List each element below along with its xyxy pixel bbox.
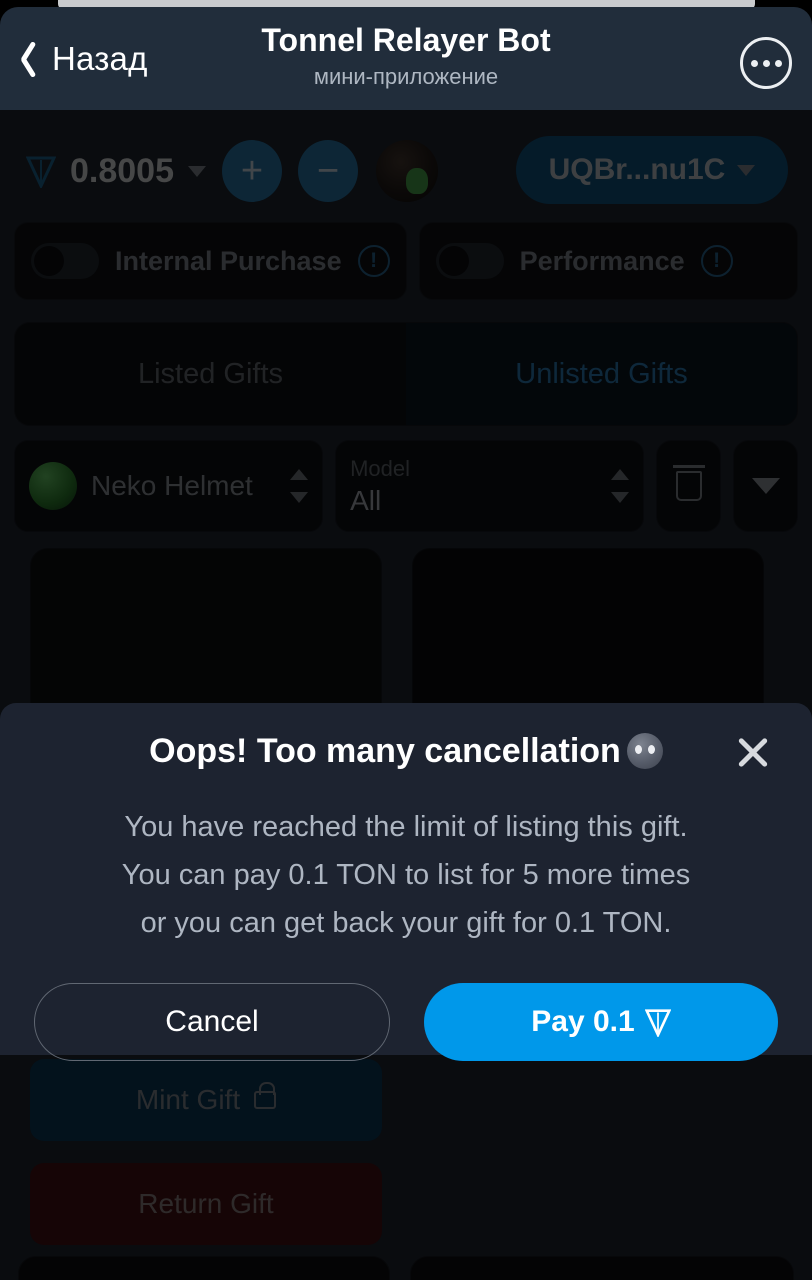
cancel-button[interactable]: Cancel — [34, 983, 390, 1061]
app-root: Назад Tonnel Relayer Bot мини-приложение… — [0, 0, 812, 1280]
modal-title-text: Oops! Too many cancellation — [149, 731, 621, 770]
close-icon[interactable] — [732, 731, 774, 773]
wallet-address-button[interactable]: UQBr...nu1C — [516, 136, 788, 204]
model-select-label: Model — [350, 456, 411, 481]
back-button[interactable]: Назад — [14, 39, 148, 79]
more-horizontal-icon[interactable] — [740, 37, 792, 89]
gift-card[interactable] — [18, 1256, 390, 1280]
expand-filters-button[interactable] — [733, 440, 798, 532]
balance-amount: 0.8005 — [70, 151, 174, 190]
add-funds-button[interactable]: + — [222, 140, 282, 202]
dot — [762, 59, 770, 67]
toggle-internal-purchase[interactable]: Internal Purchase ! — [14, 222, 407, 300]
toggle-label: Performance — [519, 245, 685, 276]
telegram-header: Назад Tonnel Relayer Bot мини-приложение — [0, 7, 812, 110]
modal-title: Oops! Too many cancellation — [149, 732, 663, 771]
back-button-label: Назад — [52, 39, 148, 77]
new-moon-face-emoji — [626, 733, 663, 769]
trash-icon — [672, 465, 705, 501]
user-avatar-icon[interactable] — [376, 140, 438, 202]
modal-line: You can pay 0.1 TON to list for 5 more t… — [121, 859, 691, 891]
toggles-row: Internal Purchase ! Performance ! — [0, 222, 812, 300]
modal-header: Oops! Too many cancellation — [0, 703, 812, 799]
clear-filters-button[interactable] — [656, 440, 722, 532]
gift-type-select[interactable]: Neko Helmet — [14, 440, 324, 532]
modal-line: or you can get back your gift for 0.1 TO… — [140, 907, 672, 939]
gift-type-value: Neko Helmet — [91, 470, 253, 501]
wallet-address-label: UQBr...nu1C — [548, 153, 726, 186]
mint-gift-button[interactable]: Mint Gift — [30, 1059, 382, 1141]
model-select-value: All — [350, 485, 382, 516]
ton-diamond-icon — [26, 156, 56, 188]
eye — [634, 745, 642, 754]
eye — [647, 745, 655, 754]
withdraw-funds-button[interactable]: − — [298, 140, 358, 202]
mint-gift-label: Mint Gift — [135, 1084, 241, 1115]
chevron-down-icon — [737, 164, 756, 176]
switch-track[interactable] — [435, 243, 504, 279]
model-select[interactable]: Model All — [335, 440, 645, 532]
info-icon[interactable]: ! — [700, 245, 733, 277]
dot — [774, 59, 782, 67]
balance-row: 0.8005 + − UQBr...nu1C — [0, 128, 812, 214]
pay-button-label: Pay 0.1 — [531, 1005, 635, 1038]
sort-updown-icon — [611, 467, 630, 505]
ton-diamond-icon — [644, 1009, 671, 1037]
filter-row: Neko Helmet Model All — [14, 440, 798, 532]
info-icon[interactable]: ! — [357, 245, 390, 277]
return-gift-label: Return Gift — [138, 1188, 274, 1219]
gift-tabs: Listed Gifts Unlisted Gifts — [14, 322, 798, 426]
model-select-stack: Model All — [350, 454, 611, 518]
chevron-down-icon — [188, 165, 206, 177]
chevron-left-icon — [14, 39, 40, 79]
tab-listed-gifts[interactable]: Listed Gifts — [15, 323, 406, 425]
too-many-cancellations-modal: Oops! Too many cancellation You have rea… — [0, 703, 812, 1061]
toggle-performance[interactable]: Performance ! — [418, 222, 798, 300]
modal-body: You have reached the limit of listing th… — [0, 799, 812, 947]
balance-chip[interactable]: 0.8005 — [26, 152, 206, 191]
gift-card[interactable] — [410, 1256, 794, 1280]
tab-unlisted-gifts[interactable]: Unlisted Gifts — [406, 323, 797, 425]
sort-updown-icon — [290, 467, 309, 505]
dot — [750, 59, 758, 67]
pay-button[interactable]: Pay 0.1 — [424, 983, 778, 1061]
toggle-label: Internal Purchase — [115, 245, 342, 276]
modal-line: You have reached the limit of listing th… — [124, 811, 688, 843]
neko-helmet-icon — [29, 462, 77, 510]
switch-track[interactable] — [31, 243, 99, 279]
return-gift-button[interactable]: Return Gift — [30, 1163, 382, 1245]
modal-actions: Cancel Pay 0.1 — [0, 947, 812, 1061]
lock-icon — [254, 1082, 277, 1109]
chevron-down-icon — [751, 478, 780, 494]
